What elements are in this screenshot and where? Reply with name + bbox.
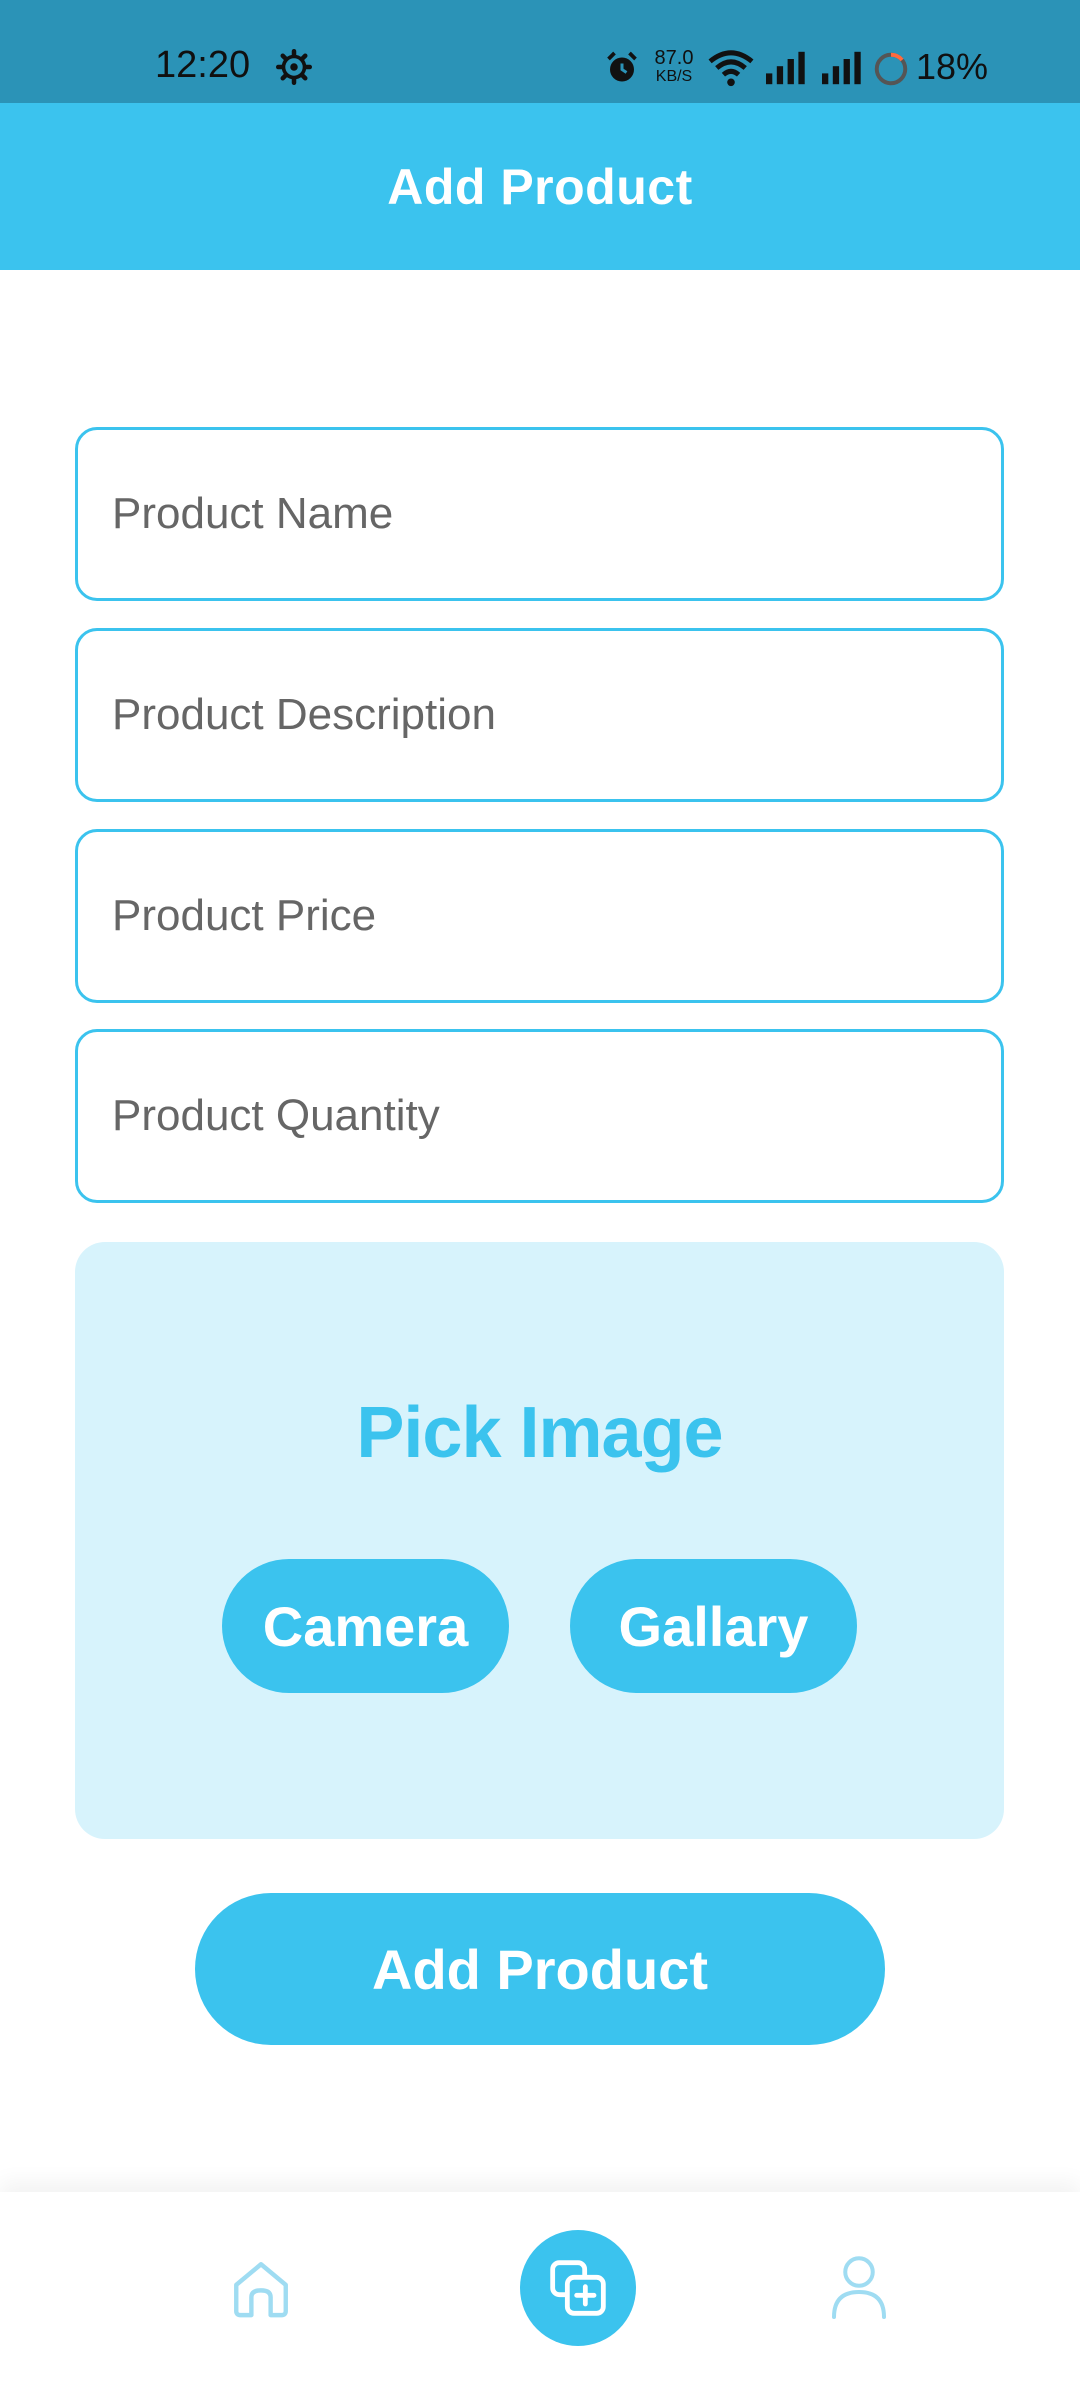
product-name-field[interactable] (75, 427, 1004, 601)
camera-button[interactable]: Camera (222, 1559, 509, 1693)
network-speed-value: 87.0 (654, 47, 694, 69)
home-icon[interactable] (228, 2256, 294, 2322)
app-bar: Add Product (0, 103, 1080, 270)
bottom-navigation (0, 2192, 1080, 2400)
product-price-field[interactable] (75, 829, 1004, 1003)
product-name-input[interactable] (78, 430, 1001, 598)
product-quantity-input[interactable] (78, 1032, 1001, 1200)
signal-icon (766, 51, 805, 85)
product-quantity-field[interactable] (75, 1029, 1004, 1203)
pick-image-title: Pick Image (356, 1393, 723, 1473)
nav-add-product-tab[interactable] (520, 2230, 636, 2346)
network-speed-unit: KB/S (655, 68, 693, 85)
page-title: Add Product (387, 158, 693, 215)
product-price-input[interactable] (78, 832, 1001, 1000)
gallery-button[interactable]: Gallary (570, 1559, 857, 1693)
status-time: 12:20 (155, 44, 251, 86)
product-description-field[interactable] (75, 628, 1004, 802)
pick-image-card: Pick Image Camera Gallary (75, 1242, 1004, 1839)
settings-gear-icon (276, 49, 312, 85)
profile-icon[interactable] (829, 2252, 889, 2322)
add-product-button[interactable]: Add Product (195, 1893, 885, 2045)
battery-icon (874, 52, 908, 86)
network-speed: 87.0 KB/S (650, 48, 698, 86)
signal-icon (822, 51, 861, 85)
battery-percent: 18% (916, 46, 989, 87)
status-bar: 12:20 87.0 KB/S 18% (0, 0, 1080, 103)
alarm-icon (607, 51, 637, 82)
product-description-input[interactable] (78, 631, 1001, 799)
wifi-icon (708, 50, 754, 87)
add-product-icon (550, 2260, 606, 2316)
